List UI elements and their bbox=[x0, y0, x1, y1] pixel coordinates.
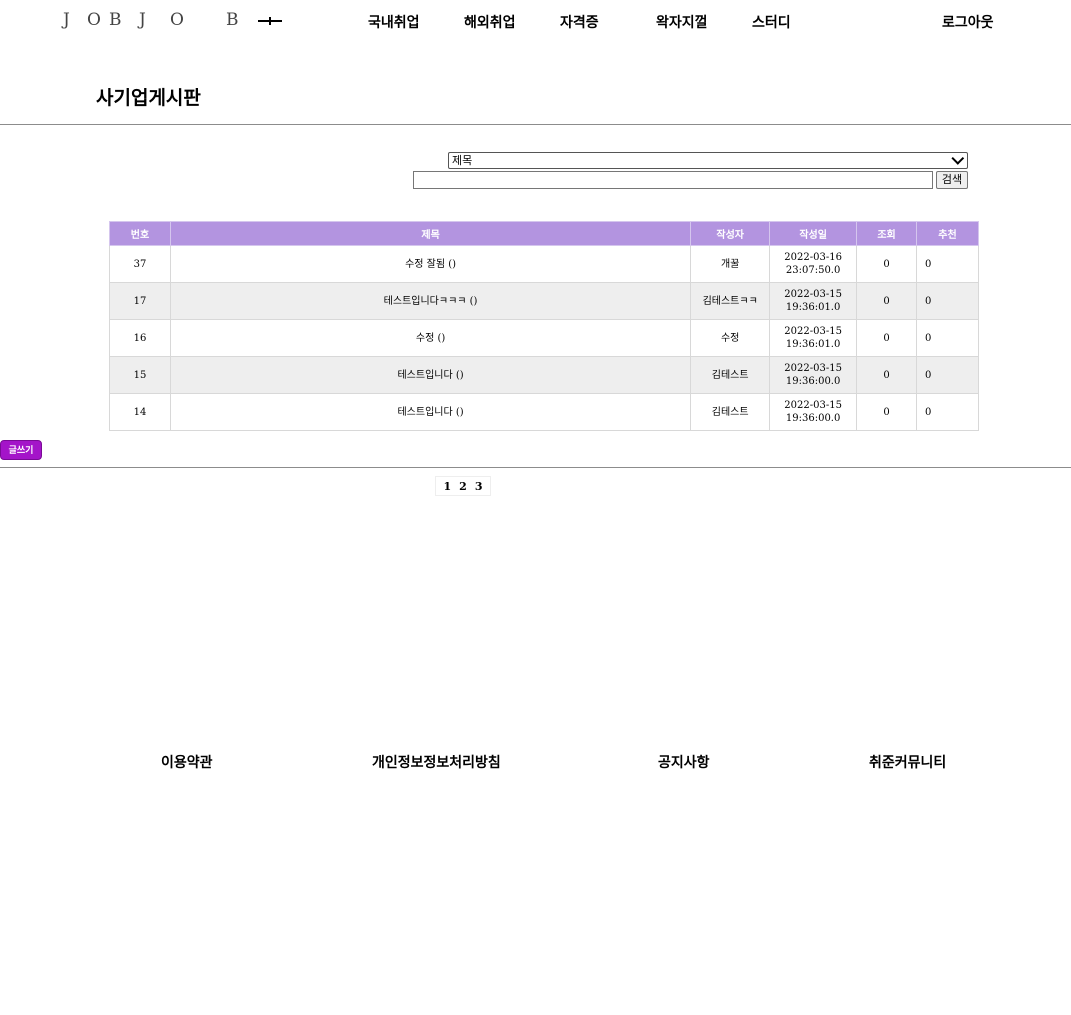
column-header-likes: 추천 bbox=[916, 221, 979, 246]
post-date: 2022-03-15 19:36:01.0 bbox=[769, 282, 858, 320]
page-title: 사기업게시판 bbox=[96, 87, 201, 109]
post-date-time: 19:36:00.0 bbox=[785, 413, 841, 424]
pagination: 1 2 3 bbox=[435, 476, 491, 496]
post-number: 16 bbox=[109, 319, 171, 357]
post-author: 김테스트 bbox=[690, 393, 771, 431]
post-date: 2022-03-15 19:36:00.0 bbox=[769, 393, 858, 431]
column-header-author: 작성자 bbox=[690, 221, 771, 246]
post-number: 14 bbox=[109, 393, 171, 431]
post-author: 김테스트 bbox=[690, 356, 771, 394]
post-number: 15 bbox=[109, 356, 171, 394]
nav-community[interactable]: 왁자지껄 bbox=[656, 12, 708, 32]
post-title-link[interactable]: 테스트입니다 () bbox=[169, 393, 692, 431]
table-row[interactable]: 15 테스트입니다 () 김테스트 2022-03-15 19:36:00.0 0… bbox=[109, 356, 979, 394]
post-likes: 0 bbox=[916, 393, 979, 431]
nav-overseas-jobs[interactable]: 해외취업 bbox=[464, 12, 516, 32]
logout-link[interactable]: 로그아웃 bbox=[942, 12, 994, 32]
post-date-day: 2022-03-15 bbox=[784, 326, 842, 337]
footer-community-link[interactable]: 취준커뮤니티 bbox=[869, 752, 946, 772]
footer-privacy-link[interactable]: 개인정보정보처리방침 bbox=[372, 752, 501, 772]
post-title-link[interactable]: 수정 잘됨 () bbox=[169, 245, 692, 283]
table-row[interactable]: 17 테스트입니다ㅋㅋㅋ () 김테스트ㅋㅋ 2022-03-15 19:36:0… bbox=[109, 282, 979, 320]
post-date-time: 19:36:01.0 bbox=[785, 302, 841, 313]
footer-notice-link[interactable]: 공지사항 bbox=[658, 752, 710, 772]
post-date: 2022-03-15 19:36:01.0 bbox=[769, 319, 858, 357]
post-title-link[interactable]: 테스트입니다 () bbox=[169, 356, 692, 394]
chevron-down-icon bbox=[951, 152, 965, 165]
table-header-row: 번호 제목 작성자 작성일 조회 추천 bbox=[109, 221, 979, 246]
page-link-2[interactable]: 2 bbox=[459, 480, 467, 493]
post-date-day: 2022-03-15 bbox=[784, 400, 842, 411]
nav-study[interactable]: 스터디 bbox=[752, 12, 791, 32]
post-date-time: 19:36:00.0 bbox=[785, 376, 841, 387]
post-author: 김테스트ㅋㅋ bbox=[690, 282, 771, 320]
post-author: 수정 bbox=[690, 319, 771, 357]
footer-terms-link[interactable]: 이용약관 bbox=[161, 752, 213, 772]
post-table: 번호 제목 작성자 작성일 조회 추천 37 수정 잘됨 () 개꿀 2022-… bbox=[109, 221, 979, 431]
search-field-select[interactable]: 제목 bbox=[448, 152, 968, 169]
post-title-link[interactable]: 수정 () bbox=[169, 319, 692, 357]
column-header-number: 번호 bbox=[109, 221, 171, 246]
column-header-views: 조회 bbox=[856, 221, 918, 246]
logo-letter: B bbox=[226, 10, 239, 30]
logo-cross-icon bbox=[258, 17, 282, 25]
post-number: 37 bbox=[109, 245, 171, 283]
page-link-3[interactable]: 3 bbox=[475, 480, 483, 493]
search-select-value: 제목 bbox=[452, 154, 473, 167]
table-row[interactable]: 37 수정 잘됨 () 개꿀 2022-03-16 23:07:50.0 0 0 bbox=[109, 245, 979, 283]
logo-letter: J bbox=[139, 10, 146, 30]
search-input[interactable] bbox=[413, 171, 933, 189]
post-date-day: 2022-03-15 bbox=[784, 289, 842, 300]
table-row[interactable]: 14 테스트입니다 () 김테스트 2022-03-15 19:36:00.0 0… bbox=[109, 393, 979, 431]
post-date-time: 23:07:50.0 bbox=[785, 265, 841, 276]
post-date: 2022-03-16 23:07:50.0 bbox=[769, 245, 858, 283]
post-author: 개꿀 bbox=[690, 245, 771, 283]
post-number: 17 bbox=[109, 282, 171, 320]
logo-letter: O bbox=[87, 10, 101, 30]
post-likes: 0 bbox=[916, 356, 979, 394]
post-date-day: 2022-03-15 bbox=[784, 363, 842, 374]
post-likes: 0 bbox=[916, 245, 979, 283]
post-views: 0 bbox=[856, 356, 918, 394]
write-post-button[interactable]: 글쓰기 bbox=[0, 440, 42, 460]
post-date: 2022-03-15 19:36:00.0 bbox=[769, 356, 858, 394]
logo-letter: B bbox=[109, 10, 122, 30]
divider bbox=[0, 467, 1071, 468]
post-date-day: 2022-03-16 bbox=[784, 252, 842, 263]
page-link-1[interactable]: 1 bbox=[444, 480, 452, 493]
post-title-link[interactable]: 테스트입니다ㅋㅋㅋ () bbox=[169, 282, 692, 320]
logo-letter: J bbox=[63, 10, 70, 30]
post-views: 0 bbox=[856, 393, 918, 431]
nav-certificates[interactable]: 자격증 bbox=[560, 12, 599, 32]
post-views: 0 bbox=[856, 282, 918, 320]
logo-letter: O bbox=[170, 10, 184, 30]
column-header-date: 작성일 bbox=[769, 221, 858, 246]
divider bbox=[0, 124, 1071, 125]
post-date-time: 19:36:01.0 bbox=[785, 339, 841, 350]
post-likes: 0 bbox=[916, 282, 979, 320]
search-button[interactable]: 검색 bbox=[936, 171, 968, 189]
table-row[interactable]: 16 수정 () 수정 2022-03-15 19:36:01.0 0 0 bbox=[109, 319, 979, 357]
post-views: 0 bbox=[856, 245, 918, 283]
column-header-title: 제목 bbox=[169, 221, 692, 246]
post-likes: 0 bbox=[916, 319, 979, 357]
post-views: 0 bbox=[856, 319, 918, 357]
nav-domestic-jobs[interactable]: 국내취업 bbox=[368, 12, 420, 32]
